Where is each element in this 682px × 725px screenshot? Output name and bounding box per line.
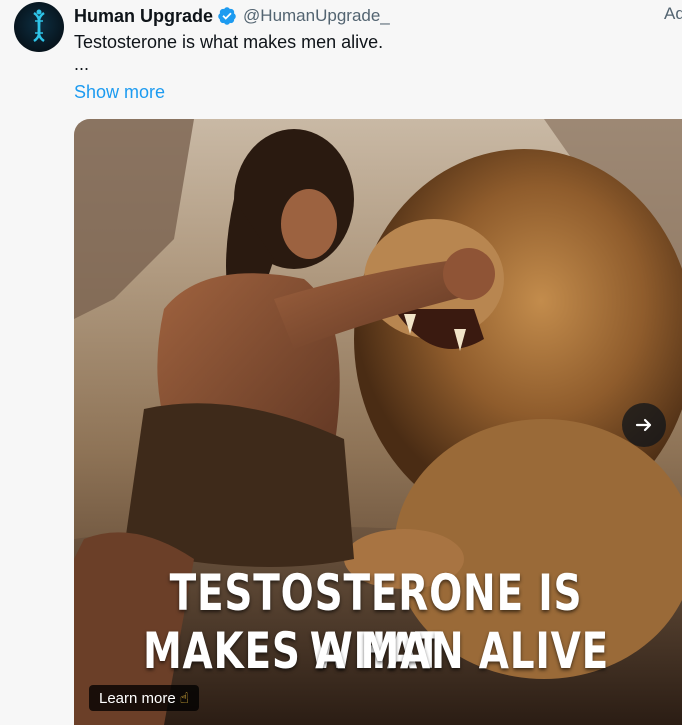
verified-badge-icon <box>218 7 236 25</box>
pointing-up-emoji: ☝ <box>179 690 189 707</box>
tweet-text: Testosterone is what makes men alive. <box>74 32 384 52</box>
display-name[interactable]: Human Upgrade <box>74 6 213 27</box>
ad-media-image[interactable]: TESTOSTERONE IS WHAT MAKES A MAN ALIVE L… <box>74 119 682 725</box>
overlay-headline-line2: MAKES A MAN ALIVE <box>142 622 610 680</box>
user-handle[interactable]: @HumanUpgrade_ <box>243 6 390 26</box>
show-more-link[interactable]: Show more <box>74 82 165 103</box>
avatar[interactable] <box>14 2 64 52</box>
ad-label: Ad <box>664 4 682 23</box>
tweet-ellipsis: ... <box>74 54 90 74</box>
learn-more-button[interactable]: Learn more ☝ <box>89 685 199 711</box>
next-media-button[interactable] <box>622 403 666 447</box>
tweet-header: Human Upgrade @HumanUpgrade_ <box>74 4 682 28</box>
arrow-right-icon <box>635 418 652 432</box>
learn-more-label: Learn more <box>99 689 176 707</box>
dna-logo-icon <box>33 9 45 43</box>
